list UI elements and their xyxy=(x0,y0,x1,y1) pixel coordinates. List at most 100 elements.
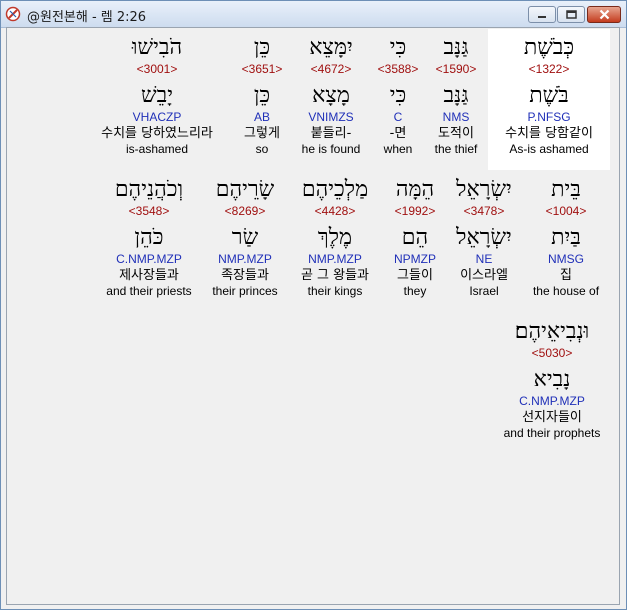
strong-number: <1322> xyxy=(528,62,570,76)
word-block[interactable]: וְכֹהֲנֵיהֶם <3548> כֹּהֵן C.NMP.MZP 제사장… xyxy=(99,171,199,299)
english-gloss: and their priests xyxy=(106,284,192,298)
korean-gloss: 수치를 당함같이 xyxy=(505,126,593,141)
strong-number: <3001> xyxy=(136,62,178,76)
english-gloss: is-ashamed xyxy=(125,142,189,156)
word-block[interactable]: כְּבֹשֶׁת <1322> בֹּשֶׁת P.NFSG 수치를 당함같이… xyxy=(488,29,610,170)
strong-number: <5030> xyxy=(531,346,573,360)
hebrew-lemma: נָבִיא xyxy=(533,367,571,392)
hebrew-word: גַּנָּב xyxy=(443,35,469,60)
morphology-code: VNIMZS xyxy=(308,110,354,124)
korean-gloss: 집 xyxy=(560,268,572,283)
word-block[interactable]: וּנְבִיאֵיהֶם׃ <5030> נָבִיא C.NMP.MZP 선… xyxy=(495,313,609,441)
hebrew-word: וּנְבִיאֵיהֶם׃ xyxy=(514,319,590,344)
korean-gloss: 선지자들이 xyxy=(522,410,582,425)
strong-number: <4672> xyxy=(310,62,352,76)
app-window: @원전본해 - 렘 2:26 כְּבֹשֶׁת <1322> בֹּשֶׁת … xyxy=(0,0,627,610)
morphology-code: P.NFSG xyxy=(527,110,571,124)
hebrew-word: וְכֹהֲנֵיהֶם xyxy=(114,177,184,202)
morphology-code: AB xyxy=(253,110,270,124)
morphology-code: C.NMP.MZP xyxy=(519,394,585,408)
hebrew-word: יִמָּצֵא xyxy=(309,35,353,60)
app-icon xyxy=(5,6,21,22)
morphology-code: NE xyxy=(475,252,493,266)
english-gloss: their kings xyxy=(307,284,363,298)
korean-gloss: 곧 그 왕들과 xyxy=(300,268,370,283)
hebrew-lemma: הֵם xyxy=(401,225,429,250)
word-block[interactable]: כֵּן <3651> כֵּן AB 그렇게 so xyxy=(235,29,289,157)
morphology-code: VHACZP xyxy=(132,110,182,124)
word-block[interactable]: יִשְׂרָאֵל <3478> יִשְׂרָאֵל NE 이스라엘 Isr… xyxy=(447,171,521,299)
strong-number: <3548> xyxy=(128,204,170,218)
hebrew-word: כִּי xyxy=(389,35,407,60)
english-gloss: he is found xyxy=(301,142,361,156)
hebrew-word: הֵמָּה xyxy=(395,177,435,202)
korean-gloss: 붙들리- xyxy=(310,126,352,141)
hebrew-lemma: כֵּן xyxy=(253,83,271,108)
minimize-button[interactable] xyxy=(528,6,556,23)
morphology-code: NMP.MZP xyxy=(218,252,272,266)
hebrew-lemma: כִּי xyxy=(389,83,407,108)
korean-gloss: 도적이 xyxy=(438,126,474,141)
strong-number: <8269> xyxy=(224,204,266,218)
word-block[interactable]: גַּנָּב <1590> גַּנָּב NMS 도적이 the thief xyxy=(428,29,484,157)
korean-gloss: 수치를 당하였느리라 xyxy=(101,126,213,141)
close-button[interactable] xyxy=(587,6,621,23)
maximize-icon xyxy=(565,10,577,19)
hebrew-word: יִשְׂרָאֵל xyxy=(456,177,512,202)
english-gloss: when xyxy=(383,142,413,156)
strong-number: <3588> xyxy=(377,62,419,76)
korean-gloss: 이스라엘 xyxy=(460,268,508,283)
english-gloss: As-is ashamed xyxy=(509,142,589,156)
hebrew-lemma: שַׂר xyxy=(231,225,259,250)
english-gloss: the house of xyxy=(532,284,600,298)
close-icon xyxy=(599,9,609,20)
hebrew-lemma: יִשְׂרָאֵל xyxy=(456,225,512,250)
strong-number: <1004> xyxy=(545,204,587,218)
morphology-code: NMSG xyxy=(548,252,584,266)
hebrew-lemma: בַּיִת xyxy=(551,225,581,250)
word-block[interactable]: בֵּית <1004> בַּיִת NMSG 집 the house of xyxy=(525,171,607,299)
minimize-icon xyxy=(538,15,546,18)
morphology-code: NMP.MZP xyxy=(308,252,362,266)
english-gloss: so xyxy=(255,142,269,156)
hebrew-word: הֹבִישׁוּ xyxy=(131,35,183,60)
hebrew-lemma: מֶלֶךְ xyxy=(317,225,353,250)
hebrew-word: כֵּן xyxy=(253,35,271,60)
strong-number: <3651> xyxy=(241,62,283,76)
hebrew-word: כְּבֹשֶׁת xyxy=(523,35,575,60)
maximize-button[interactable] xyxy=(557,6,585,23)
word-block[interactable]: יִמָּצֵא <4672> מָצָא VNIMZS 붙들리- he is … xyxy=(295,29,367,157)
hebrew-word: בֵּית xyxy=(551,177,581,202)
english-gloss: their princes xyxy=(212,284,278,298)
english-gloss: and their prophets xyxy=(503,426,601,440)
morphology-code: NPMZP xyxy=(394,252,436,266)
word-block[interactable]: הֵמָּה <1992> הֵם NPMZP 그들이 they xyxy=(387,171,443,299)
strong-number: <1992> xyxy=(394,204,436,218)
window-title: @원전본해 - 렘 2:26 xyxy=(27,10,147,25)
morphology-code: NMS xyxy=(442,110,470,124)
strong-number: <4428> xyxy=(314,204,356,218)
hebrew-lemma: מָצָא xyxy=(312,83,350,108)
korean-gloss: -면 xyxy=(389,126,407,141)
hebrew-lemma: יָבֵשׁ xyxy=(141,83,173,108)
korean-gloss: 족장들과 xyxy=(221,268,269,283)
word-block[interactable]: כִּי <3588> כִּי C -면 when xyxy=(373,29,423,157)
word-block[interactable]: מַלְכֵיהֶם <4428> מֶלֶךְ NMP.MZP 곧 그 왕들과… xyxy=(290,171,380,299)
word-block[interactable]: הֹבִישׁוּ <3001> יָבֵשׁ VHACZP 수치를 당하였느리… xyxy=(85,29,229,157)
korean-gloss: 그렇게 xyxy=(244,126,280,141)
hebrew-word: מַלְכֵיהֶם xyxy=(301,177,369,202)
korean-gloss: 그들이 xyxy=(397,268,433,283)
interlinear-panel: כְּבֹשֶׁת <1322> בֹּשֶׁת P.NFSG 수치를 당함같이… xyxy=(6,27,620,605)
title-bar[interactable]: @원전본해 - 렘 2:26 xyxy=(1,1,626,28)
word-block[interactable]: שָׂרֵיהֶם <8269> שַׂר NMP.MZP 족장들과 their… xyxy=(205,171,285,299)
strong-number: <3478> xyxy=(463,204,505,218)
hebrew-lemma: בֹּשֶׁת xyxy=(529,83,569,108)
hebrew-lemma: כֹּהֵן xyxy=(134,225,164,250)
morphology-code: C xyxy=(393,110,403,124)
korean-gloss: 제사장들과 xyxy=(119,268,179,283)
strong-number: <1590> xyxy=(435,62,477,76)
hebrew-word: שָׂרֵיהֶם xyxy=(215,177,275,202)
hebrew-lemma: גַּנָּב xyxy=(443,83,469,108)
english-gloss: they xyxy=(403,284,427,298)
english-gloss: the thief xyxy=(434,142,478,156)
